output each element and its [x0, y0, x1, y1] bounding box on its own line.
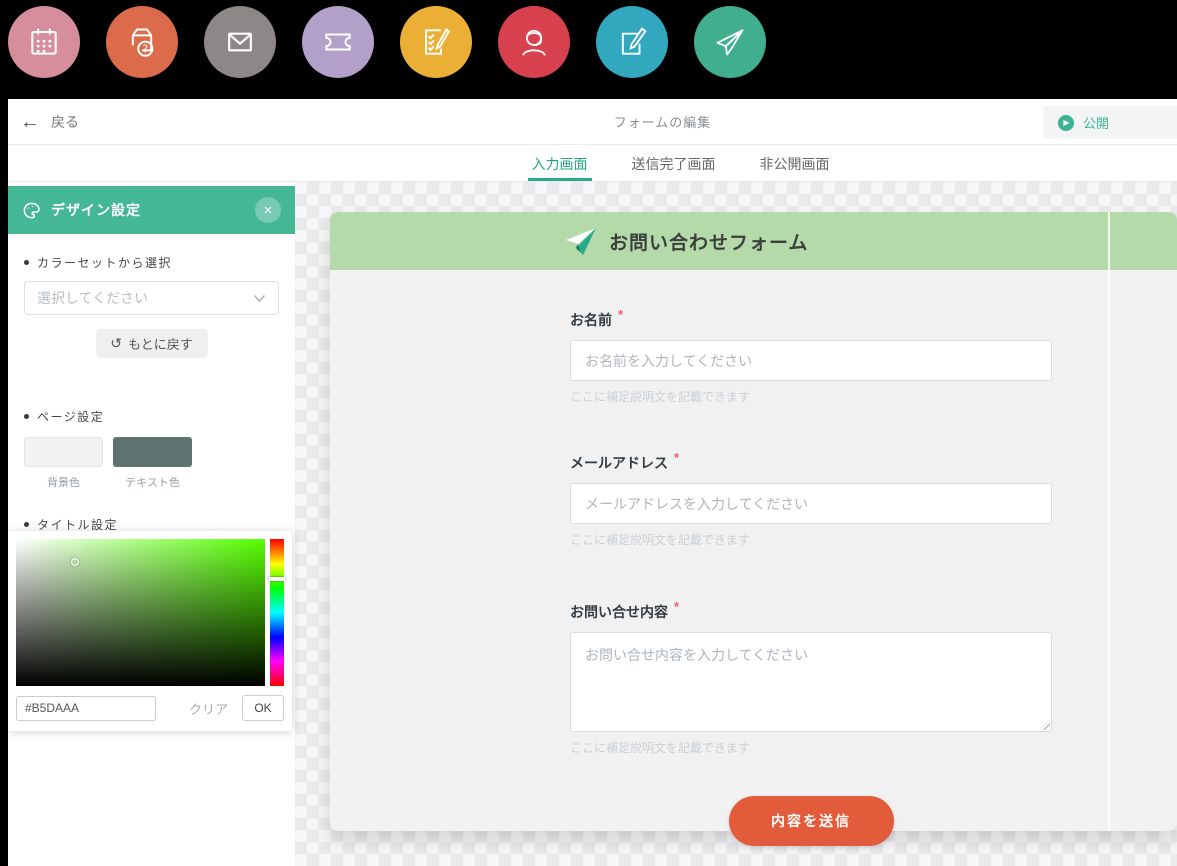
page-text-swatch[interactable] — [113, 437, 192, 467]
page-background-swatch[interactable] — [24, 437, 103, 467]
card-seam-divider — [1108, 212, 1110, 831]
compose-icon[interactable] — [596, 6, 668, 78]
back-button[interactable]: ← 戻る — [20, 99, 79, 144]
box-question-icon[interactable]: ? — [106, 6, 178, 78]
ok-button[interactable]: OK — [242, 695, 284, 721]
back-arrow-icon: ← — [20, 112, 40, 132]
screen-tabbar: 入力画面 送信完了画面 非公開画面 — [8, 145, 1177, 182]
page-text-swatch-label: テキスト色 — [113, 474, 192, 490]
topbar: ← 戻る フォームの編集 ▶ 公開 — [8, 99, 1177, 145]
sidebar-header: デザイン設定 ✕ — [8, 186, 295, 234]
design-settings-sidebar: デザイン設定 ✕ カラーセットから選択 選択してください ↺ もとに戻す ページ… — [8, 182, 295, 866]
colorset-select-value: 選択してください — [37, 288, 148, 308]
saturation-square[interactable] — [16, 539, 265, 686]
reset-label: もとに戻す — [128, 334, 193, 353]
field-helper-text: ここに補足説明文を記載できます — [570, 739, 1052, 756]
chevron-down-icon — [253, 294, 266, 303]
hue-cursor[interactable] — [269, 577, 285, 581]
support-agent-icon[interactable] — [498, 6, 570, 78]
form-logo-icon — [564, 225, 598, 257]
form-fields: お名前 * ここに補足説明文を記載できます メールアドレス * ここに補足説明文… — [570, 310, 1052, 846]
colorset-select[interactable]: 選択してください — [24, 281, 279, 315]
page-title: フォームの編集 — [614, 99, 712, 144]
field-label-name: お名前 — [570, 310, 612, 330]
sidebar-title: デザイン設定 — [51, 200, 141, 220]
colorset-section-label: カラーセットから選択 — [24, 254, 295, 271]
hue-slider[interactable] — [270, 539, 284, 686]
clear-button[interactable]: クリア — [189, 699, 228, 718]
preview-canvas: お問い合わせフォーム お名前 * ここに補足説明文を記載できます メールアドレス — [295, 182, 1177, 866]
svg-text:?: ? — [142, 42, 148, 55]
page-background-swatch-label: 背景色 — [24, 474, 103, 490]
publish-button[interactable]: ▶ 公開 — [1043, 106, 1177, 139]
form-editor-app: ← 戻る フォームの編集 ▶ 公開 入力画面 送信完了画面 非公開画面 デザイン… — [8, 99, 1177, 866]
field-label-message: お問い合せ内容 — [570, 602, 668, 622]
required-asterisk: * — [674, 450, 679, 465]
submit-button[interactable]: 内容を送信 — [729, 796, 894, 846]
calendar-icon[interactable] — [8, 6, 80, 78]
form-title-bar[interactable]: お問い合わせフォーム — [330, 212, 1177, 270]
tab-complete-screen[interactable]: 送信完了画面 — [628, 145, 720, 181]
paper-plane-icon[interactable] — [694, 6, 766, 78]
hex-color-input[interactable] — [16, 696, 156, 721]
page-section-label: ページ設定 — [24, 408, 295, 425]
mail-icon[interactable] — [204, 6, 276, 78]
color-picker-popup: クリア OK — [8, 531, 292, 731]
field-helper-text: ここに補足説明文を記載できます — [570, 388, 1052, 405]
close-icon[interactable]: ✕ — [255, 197, 281, 223]
name-input[interactable] — [570, 340, 1052, 381]
tab-input-screen[interactable]: 入力画面 — [528, 145, 592, 181]
publish-label: 公開 — [1083, 113, 1109, 132]
reset-button[interactable]: ↺ もとに戻す — [96, 329, 208, 358]
field-helper-text: ここに補足説明文を記載できます — [570, 531, 1052, 548]
form-title: お問い合わせフォーム — [609, 228, 808, 255]
required-asterisk: * — [618, 307, 623, 322]
undo-icon: ↺ — [110, 335, 122, 352]
tab-private-screen[interactable]: 非公開画面 — [756, 145, 834, 181]
ticket-icon[interactable] — [302, 6, 374, 78]
checklist-pencil-icon[interactable] — [400, 6, 472, 78]
publish-play-icon: ▶ — [1058, 115, 1074, 131]
service-icon-row: ? — [8, 6, 766, 78]
form-preview-card: お問い合わせフォーム お名前 * ここに補足説明文を記載できます メールアドレス — [330, 212, 1177, 831]
back-label: 戻る — [51, 112, 79, 132]
field-label-email: メールアドレス — [570, 453, 668, 473]
email-input[interactable] — [570, 483, 1052, 524]
required-asterisk: * — [674, 599, 679, 614]
saturation-cursor[interactable] — [71, 558, 79, 566]
page-swatch-row: 背景色 テキスト色 — [24, 437, 295, 490]
palette-icon — [22, 201, 41, 220]
message-textarea[interactable] — [570, 632, 1052, 732]
